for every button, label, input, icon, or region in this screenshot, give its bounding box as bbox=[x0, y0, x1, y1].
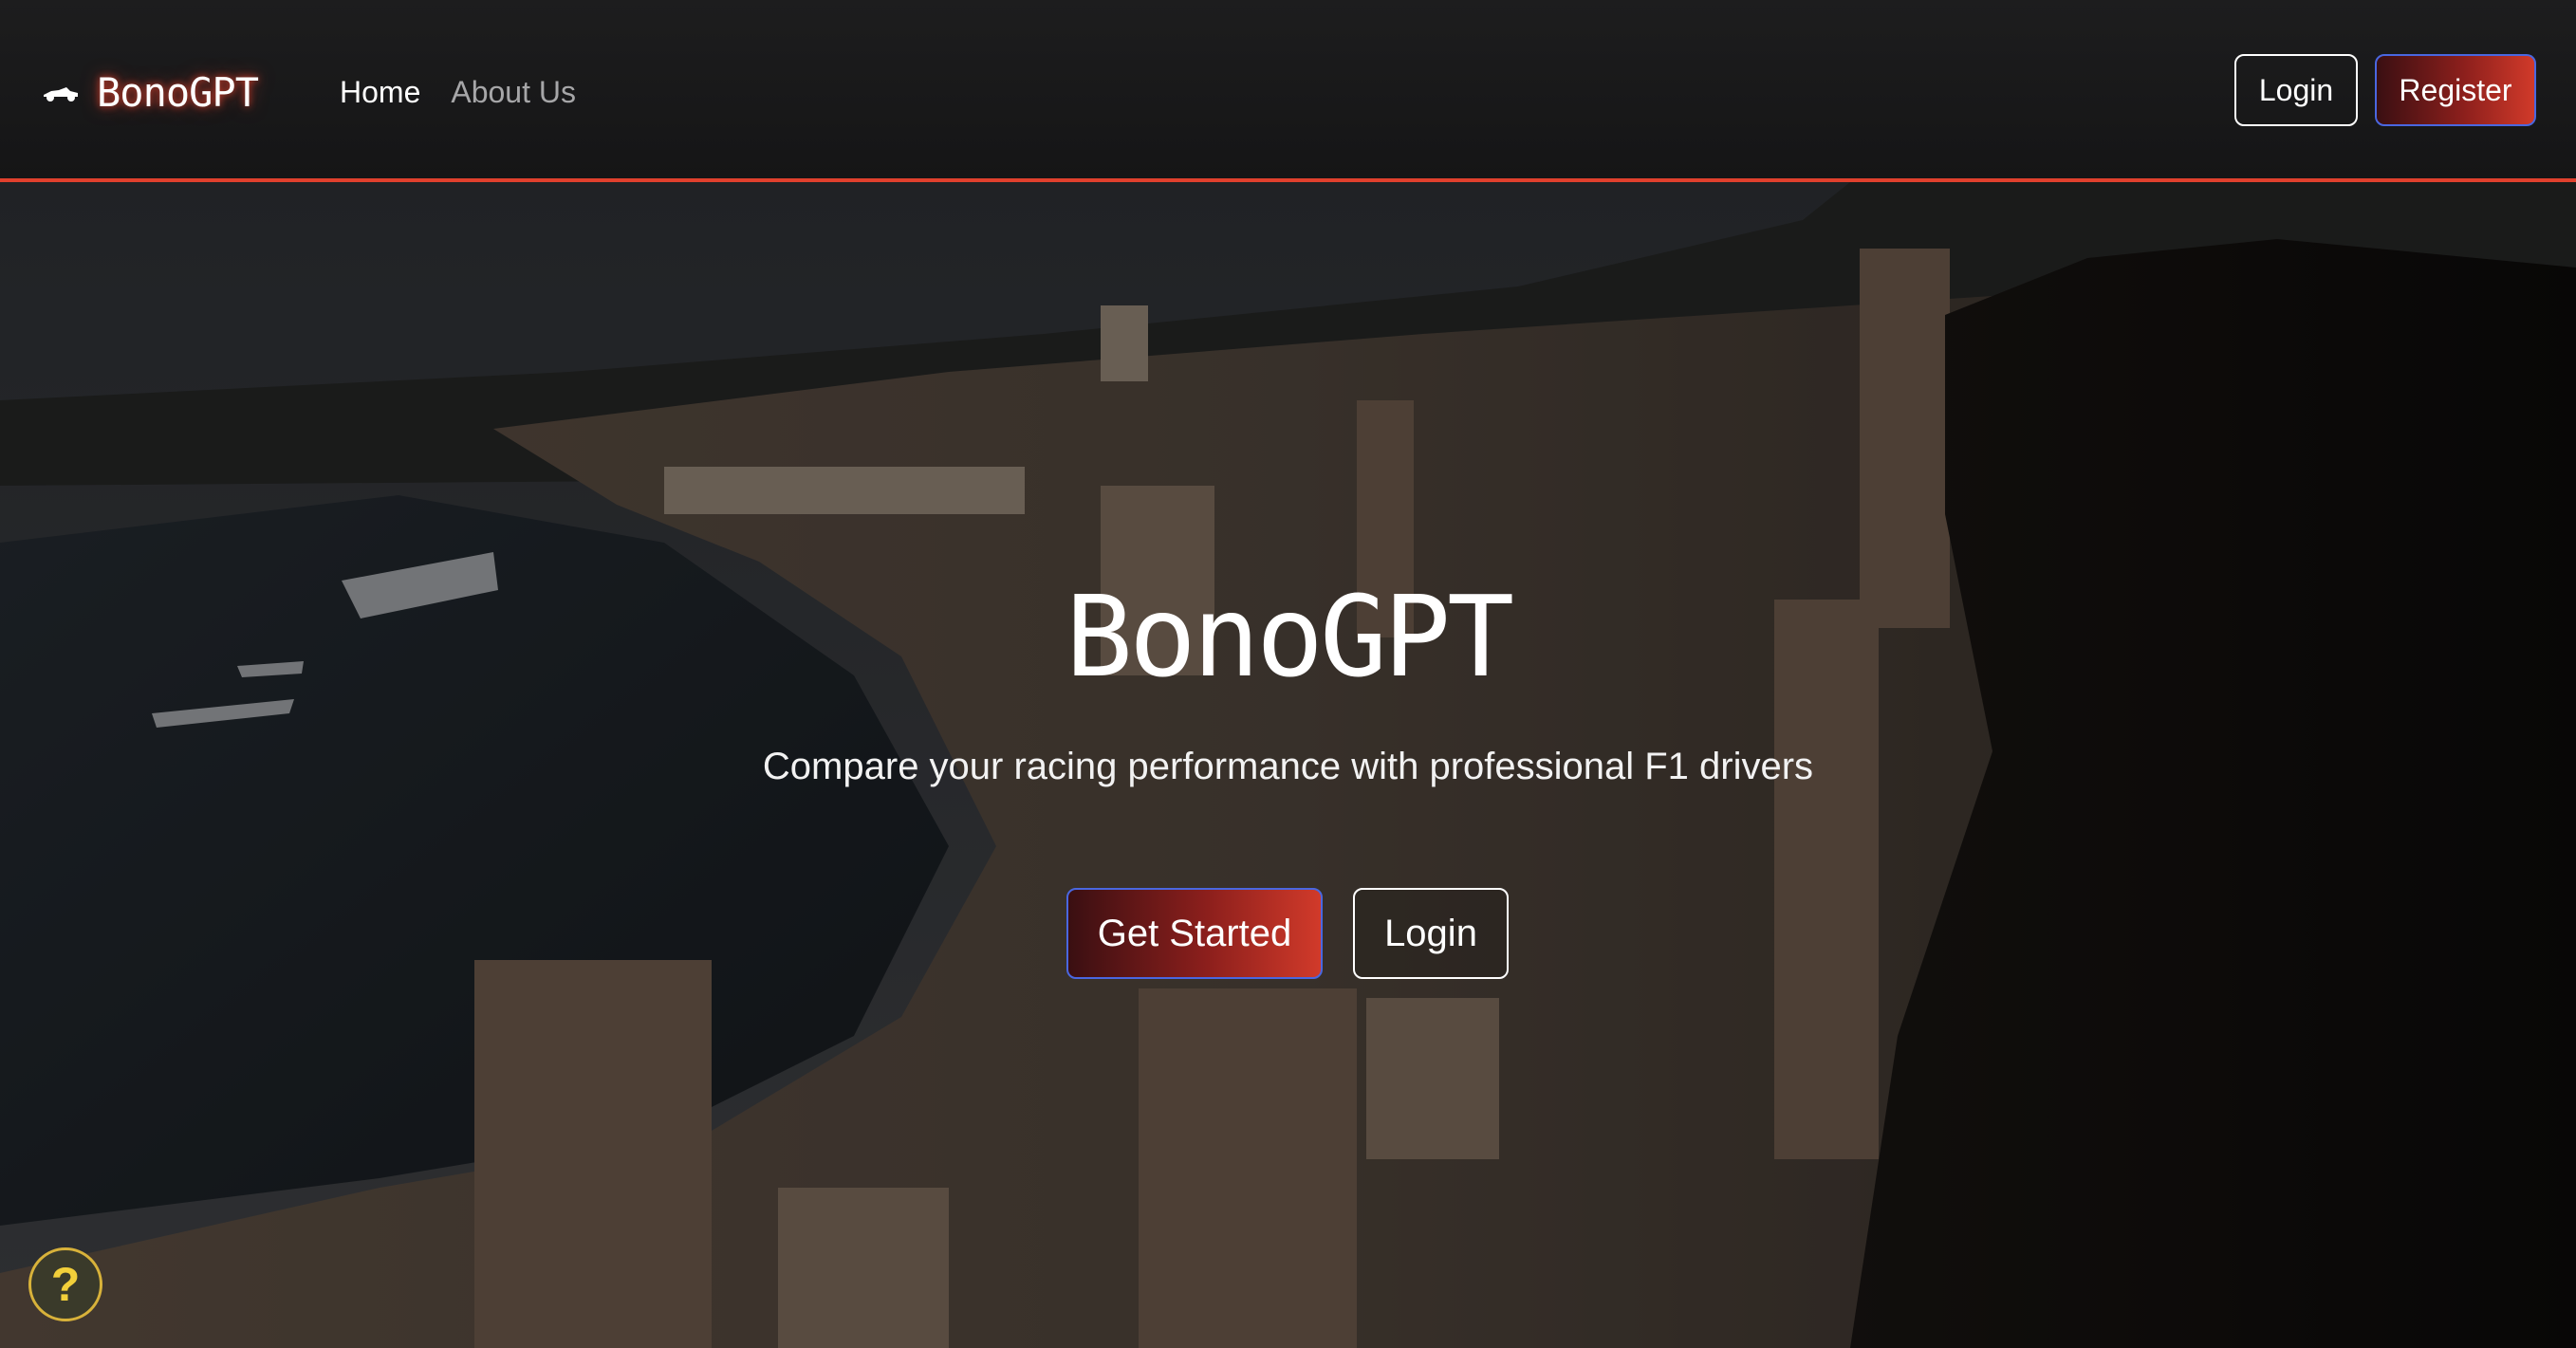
hero-section: BonoGPT Compare your racing performance … bbox=[0, 182, 2576, 1348]
top-navbar: BonoGPT Home About Us Login Register bbox=[0, 0, 2576, 182]
hero-actions: Get Started Login bbox=[1066, 888, 1509, 979]
login-button[interactable]: Login bbox=[2234, 54, 2358, 126]
help-question-icon: ? bbox=[50, 1258, 81, 1311]
race-car-icon bbox=[44, 87, 78, 102]
hero-title: BonoGPT bbox=[1065, 571, 1514, 702]
hero-login-button[interactable]: Login bbox=[1353, 888, 1509, 979]
brand-name: BonoGPT bbox=[97, 68, 259, 116]
register-button[interactable]: Register bbox=[2375, 54, 2536, 126]
brand-logo[interactable]: BonoGPT bbox=[42, 59, 259, 125]
nav-links: Home About Us bbox=[340, 66, 576, 118]
help-button[interactable]: ? bbox=[28, 1247, 102, 1321]
nav-link-about-us[interactable]: About Us bbox=[451, 66, 576, 118]
nav-actions: Login Register bbox=[2234, 54, 2536, 126]
nav-link-home[interactable]: Home bbox=[340, 66, 420, 118]
hero-subtitle: Compare your racing performance with pro… bbox=[762, 746, 1814, 787]
get-started-button[interactable]: Get Started bbox=[1066, 888, 1323, 979]
